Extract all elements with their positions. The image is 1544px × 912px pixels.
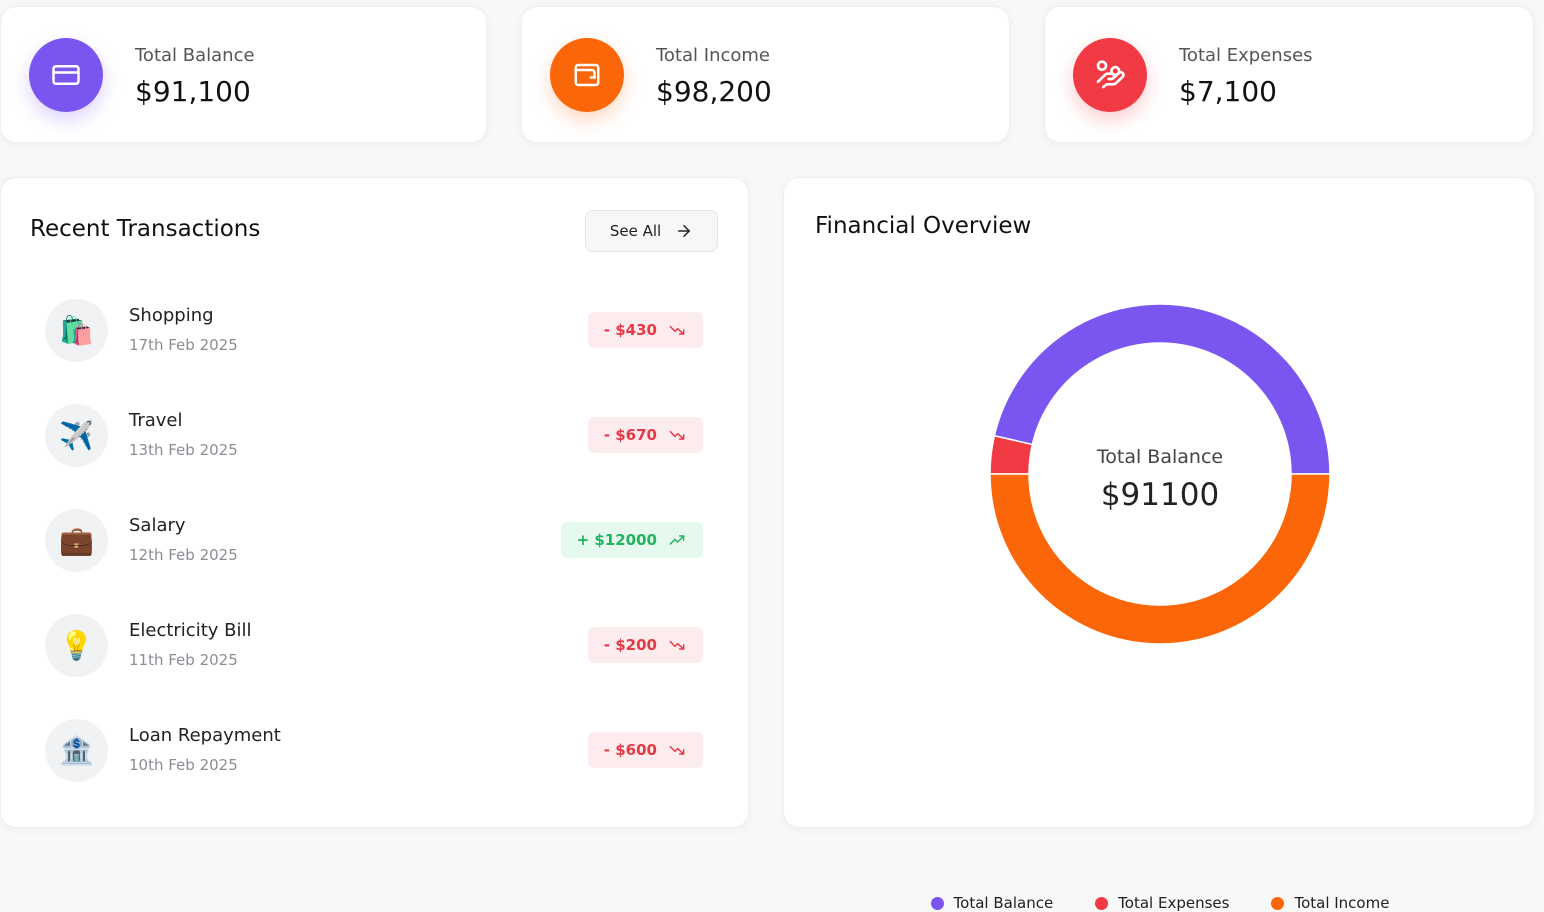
see-all-button[interactable]: See All [585, 210, 718, 252]
transaction-date: 13th Feb 2025 [129, 441, 238, 459]
stat-value-expenses: $7,100 [1179, 75, 1277, 108]
financial-overview-card: Financial Overview Total Balance $91100 … [783, 177, 1535, 912]
transaction-date: 11th Feb 2025 [129, 651, 238, 669]
transaction-amount: - $670 [603, 426, 657, 444]
stat-value-balance: $91,100 [135, 75, 251, 108]
transaction-row[interactable]: 🏦 Loan Repayment 10th Feb 2025 - $600 [1, 719, 749, 824]
transaction-amount-badge: + $12000 [560, 522, 703, 558]
trending-down-icon [669, 745, 685, 755]
card-icon [52, 65, 80, 85]
trending-up-icon [669, 535, 685, 545]
stat-card-expenses: Total Expenses $7,100 [1044, 6, 1534, 143]
balance-icon-circle [29, 38, 103, 112]
legend-label: Total Income [1294, 894, 1390, 912]
legend-dot [930, 896, 944, 910]
transaction-amount-badge: - $670 [587, 417, 703, 453]
stat-value-income: $98,200 [656, 75, 772, 108]
trending-down-icon [669, 430, 685, 440]
income-icon-circle [550, 38, 624, 112]
stat-card-income: Total Income $98,200 [521, 6, 1010, 143]
trending-down-icon [669, 325, 685, 335]
transaction-amount-badge: - $200 [587, 627, 703, 663]
transaction-name: Travel [129, 410, 183, 431]
legend-dot [1095, 896, 1109, 910]
transaction-date: 10th Feb 2025 [129, 756, 238, 774]
stat-label-expenses: Total Expenses [1179, 45, 1313, 66]
legend-label: Total Expenses [1118, 894, 1230, 912]
airplane-icon: ✈️ [45, 404, 108, 467]
transaction-date: 12th Feb 2025 [129, 546, 238, 564]
stat-card-balance: Total Balance $91,100 [0, 6, 487, 143]
transaction-date: 17th Feb 2025 [129, 336, 238, 354]
transaction-amount-badge: - $600 [587, 732, 703, 768]
lightbulb-icon: 💡 [45, 614, 108, 677]
bank-icon: 🏦 [45, 719, 108, 782]
transaction-name: Salary [129, 515, 186, 536]
transaction-name: Electricity Bill [129, 620, 252, 641]
donut-center-label: Total Balance [1096, 446, 1223, 468]
transaction-row[interactable]: ✈️ Travel 13th Feb 2025 - $670 [1, 404, 749, 509]
legend-item-balance: Total Balance [930, 894, 1054, 912]
see-all-label: See All [609, 222, 662, 240]
transaction-amount: - $430 [603, 321, 657, 339]
transaction-amount-badge: - $430 [587, 312, 703, 348]
recent-transactions-card: Recent Transactions See All 🛍️ Shopping … [0, 177, 749, 828]
recent-transactions-title: Recent Transactions [30, 216, 261, 242]
legend-label: Total Balance [953, 894, 1054, 912]
hand-coins-icon [1096, 60, 1125, 89]
legend-item-income: Total Income [1271, 894, 1389, 912]
expenses-icon-circle [1073, 38, 1147, 112]
briefcase-icon: 💼 [45, 509, 108, 572]
transaction-amount: - $600 [603, 741, 657, 759]
legend-item-expenses: Total Expenses [1095, 894, 1229, 912]
trending-down-icon [669, 640, 685, 650]
shopping-bag-icon: 🛍️ [45, 299, 108, 362]
transaction-name: Shopping [129, 305, 214, 326]
transaction-amount: + $12000 [576, 531, 657, 549]
transaction-amount: - $200 [603, 636, 657, 654]
transaction-name: Loan Repayment [129, 725, 281, 746]
legend-dot [1271, 896, 1285, 910]
donut-center-value: $91100 [1101, 477, 1219, 513]
chart-legend: Total Balance Total Expenses Total Incom… [784, 894, 1536, 912]
stat-label-balance: Total Balance [135, 45, 255, 66]
transaction-row[interactable]: 💡 Electricity Bill 11th Feb 2025 - $200 [1, 614, 749, 719]
transaction-row[interactable]: 💼 Salary 12th Feb 2025 + $12000 [1, 509, 749, 614]
donut-chart: Total Balance $91100 [989, 303, 1331, 645]
wallet-icon [574, 63, 600, 87]
stat-label-income: Total Income [656, 45, 770, 66]
transaction-row[interactable]: 🛍️ Shopping 17th Feb 2025 - $430 [1, 299, 749, 404]
arrow-right-icon [678, 225, 691, 237]
